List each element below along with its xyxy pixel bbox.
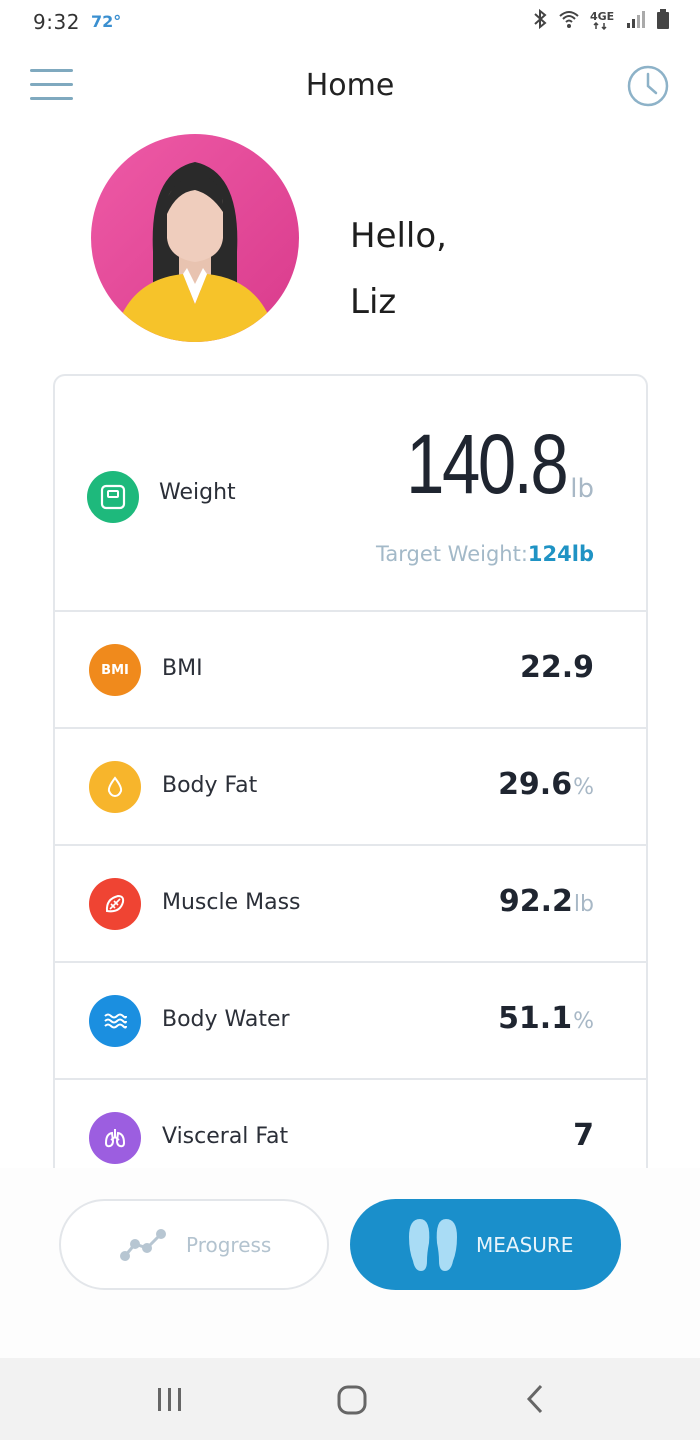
metrics-card: Weight 140.8 lb Target Weight:124lb BMI …	[53, 374, 648, 1174]
metric-number: 22.9	[519, 650, 594, 685]
metric-value: 29.6%	[498, 767, 594, 802]
metric-row-bmi[interactable]: BMI BMI 22.9	[55, 612, 646, 729]
4g-icon: 4GE	[590, 10, 614, 30]
target-weight-label: Target Weight:	[376, 542, 528, 566]
greeting: Hello, Liz	[350, 203, 447, 335]
metric-label: Visceral Fat	[162, 1124, 289, 1149]
footprints-icon	[409, 1219, 457, 1271]
action-bar: Progress MEASURE	[0, 1168, 700, 1358]
metric-value: 22.9	[520, 650, 594, 685]
metric-unit: %	[573, 775, 594, 800]
wifi-icon	[559, 11, 579, 28]
home-icon[interactable]	[330, 1378, 374, 1422]
bmi-badge-text: BMI	[101, 662, 129, 678]
metric-number: 51.1	[498, 1001, 573, 1036]
progress-chart-icon	[120, 1229, 166, 1261]
metric-row-body-fat[interactable]: Body Fat 29.6%	[55, 729, 646, 846]
greeting-line: Hello,	[350, 216, 447, 256]
bmi-icon: BMI	[89, 644, 141, 696]
metric-label: BMI	[162, 656, 203, 681]
lungs-icon	[89, 1112, 141, 1164]
signal-icon	[627, 11, 645, 28]
scale-icon	[87, 471, 139, 523]
weight-label: Weight	[159, 480, 236, 505]
clock-icon[interactable]	[626, 64, 670, 108]
metric-label: Body Water	[162, 1007, 290, 1032]
metric-number: 92.2	[498, 884, 573, 919]
progress-label: Progress	[186, 1233, 272, 1257]
target-weight: Target Weight:124lb	[376, 542, 594, 566]
avatar[interactable]	[91, 134, 299, 342]
recent-apps-icon[interactable]	[148, 1378, 192, 1422]
measure-label: MEASURE	[476, 1233, 574, 1257]
weight-value: 140.8	[405, 417, 569, 511]
target-weight-value: 124lb	[527, 542, 594, 566]
measure-button[interactable]: MEASURE	[350, 1199, 621, 1290]
weight-unit: lb	[570, 474, 594, 504]
metric-unit: %	[573, 1009, 594, 1034]
metric-label: Muscle Mass	[162, 890, 301, 915]
metric-number: 29.6	[498, 767, 573, 802]
water-waves-icon	[89, 995, 141, 1047]
metric-value: 92.2lb	[499, 884, 594, 919]
metric-unit: lb	[573, 892, 594, 917]
progress-button[interactable]: Progress	[59, 1199, 329, 1290]
metric-row-body-water[interactable]: Body Water 51.1%	[55, 963, 646, 1080]
status-time: 9:32	[33, 10, 80, 34]
status-bar: 9:32 72° 4GE	[0, 0, 700, 44]
battery-icon	[657, 9, 669, 29]
metric-row-muscle-mass[interactable]: Muscle Mass 92.2lb	[55, 846, 646, 963]
page-title: Home	[305, 68, 395, 103]
svg-text:4GE: 4GE	[590, 10, 614, 23]
bluetooth-icon	[534, 8, 547, 30]
metric-row-visceral-fat[interactable]: Visceral Fat 7	[55, 1080, 646, 1174]
status-temperature: 72°	[91, 12, 122, 31]
drop-icon	[89, 761, 141, 813]
muscle-icon	[89, 878, 141, 930]
metric-label: Body Fat	[162, 773, 258, 798]
status-icons: 4GE	[532, 8, 670, 30]
user-name: Liz	[350, 282, 397, 322]
metric-number: 7	[573, 1118, 594, 1153]
system-nav-bar	[0, 1358, 700, 1440]
metric-value: 7	[573, 1118, 594, 1153]
metric-value: 51.1%	[498, 1001, 594, 1036]
weight-section[interactable]: Weight 140.8 lb Target Weight:124lb	[55, 376, 646, 612]
app-header: Home	[0, 50, 700, 130]
back-icon[interactable]	[514, 1378, 558, 1422]
